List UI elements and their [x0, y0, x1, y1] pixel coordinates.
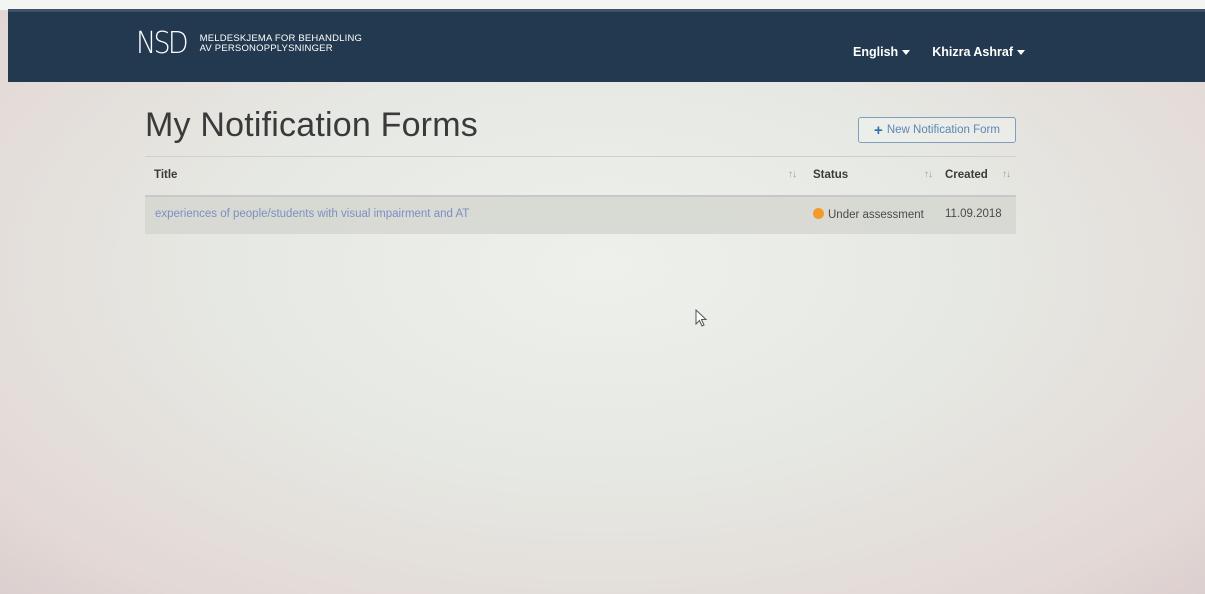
brand-text: MELDESKJEMA FOR BEHANDLING AV PERSONOPPL…: [200, 34, 363, 54]
status-text: Under assessment: [828, 209, 924, 221]
table-header: Title ↑↓ Status ↑↓ Created ↑↓: [145, 156, 1016, 197]
top-navbar: NSD MELDESKJEMA FOR BEHANDLING AV PERSON…: [8, 9, 1205, 82]
caret-down-icon: [902, 49, 911, 55]
table-row[interactable]: experiences of people/students with visu…: [145, 197, 1016, 234]
page-title: My Notification Forms: [145, 106, 478, 144]
new-button-label: New Notification Form: [886, 124, 1000, 136]
language-dropdown[interactable]: English: [853, 45, 911, 59]
user-dropdown[interactable]: Khizra Ashraf: [932, 45, 1025, 59]
created-date: 11.09.2018: [945, 208, 1002, 220]
nsd-logo: NSD: [136, 26, 189, 61]
column-header-created[interactable]: Created: [945, 169, 988, 181]
new-notification-form-button[interactable]: + New Notification Form: [858, 117, 1016, 143]
plus-icon: +: [874, 121, 883, 139]
user-label: Khizra Ashraf: [932, 45, 1013, 59]
column-header-status[interactable]: Status: [813, 169, 848, 181]
status-cell: Under assessment: [813, 208, 924, 221]
sort-icon[interactable]: ↑↓: [1002, 169, 1011, 180]
brand[interactable]: NSD MELDESKJEMA FOR BEHANDLING AV PERSON…: [136, 26, 362, 62]
nav-right: English Khizra Ashraf: [853, 45, 1025, 59]
notification-forms-table: Title ↑↓ Status ↑↓ Created ↑↓ experience…: [145, 156, 1016, 234]
form-title-link[interactable]: experiences of people/students with visu…: [155, 208, 469, 220]
mouse-cursor-icon: [695, 309, 708, 327]
column-header-title[interactable]: Title: [154, 169, 177, 181]
status-dot-icon: [813, 208, 824, 219]
sort-icon[interactable]: ↑↓: [924, 169, 933, 180]
brand-line-2: AV PERSONOPPLYSNINGER: [199, 43, 333, 54]
language-label: English: [853, 45, 899, 59]
sort-icon[interactable]: ↑↓: [788, 169, 797, 180]
caret-down-icon: [1017, 49, 1025, 55]
